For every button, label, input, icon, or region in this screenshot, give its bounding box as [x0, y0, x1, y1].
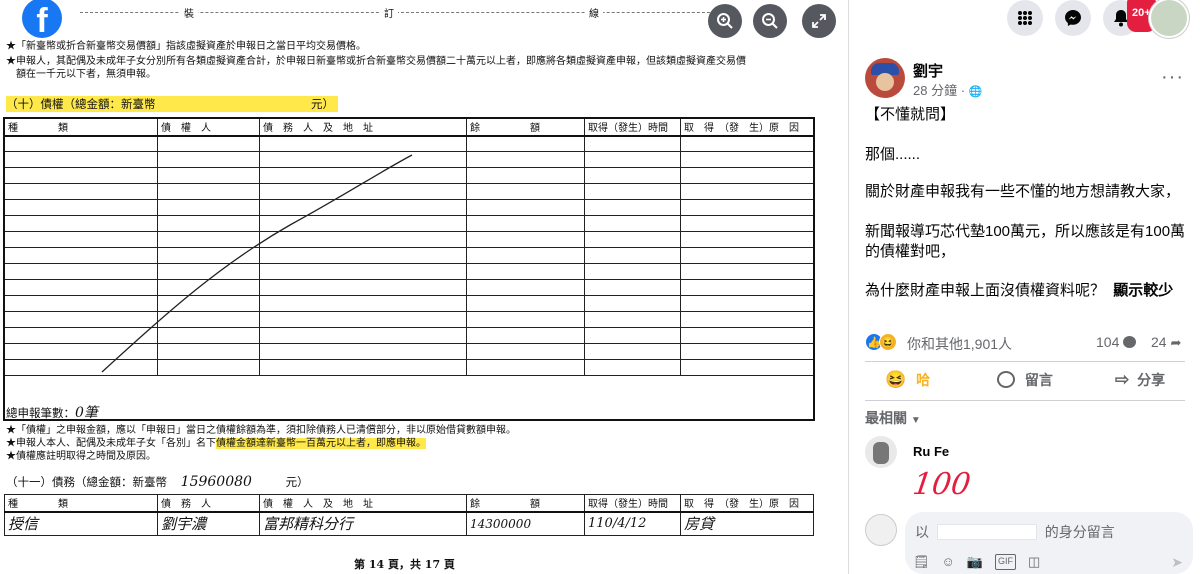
section-11-unit: 元）	[285, 475, 309, 489]
post-line: 那個......	[865, 146, 921, 163]
total-count-value: 0筆	[75, 405, 98, 421]
comments-count[interactable]: 104	[1096, 334, 1137, 350]
author-avatar[interactable]	[865, 58, 905, 98]
col-header: 債 務 人	[157, 494, 260, 513]
see-less-link[interactable]: 顯示較少	[1113, 282, 1173, 299]
my-avatar	[865, 514, 897, 546]
col-header: 種 類	[4, 494, 158, 513]
col-header: 債 權 人 及 地 址	[259, 494, 467, 513]
haha-icon: 😆	[885, 370, 907, 389]
share-button[interactable]: ⇨ 分享	[1115, 370, 1165, 390]
post-line: 的債權對吧，	[865, 243, 956, 260]
post-line: 為什麼財產申報上面沒債權資料呢？ 顯示較少	[865, 282, 1174, 299]
commenter-avatar[interactable]	[865, 436, 897, 468]
total-count: 總申報筆數：0筆	[6, 402, 98, 422]
asset-declaration-page: f 裝 訂 線 ★「新臺幣或折合新臺幣交易價額」指該虛擬資產於申報日之當日平均交…	[0, 0, 848, 574]
composer-placeholder: 以 的身分留言	[915, 524, 1115, 540]
section-11-title: （十一）債務（總金額：新臺幣 15960080 元）	[6, 474, 386, 490]
sticker-icon[interactable]: 🗒	[913, 554, 930, 570]
caret-down-icon: ▼	[910, 415, 921, 426]
author-name[interactable]: 劉宇	[913, 60, 943, 81]
note-creditor-amount: ★「債權」之申報金額，應以「申報日」當日之債權餘額為準，須扣除債務人已清償部分，…	[6, 425, 516, 436]
section-11-label: （十一）債務（總金額：新臺幣	[6, 475, 167, 489]
comment-sort-dropdown[interactable]: 最相關 ▼	[865, 408, 921, 428]
table-row: 授信 劉宇濃 富邦精科分行 14300000 110/4/12 房貸	[4, 511, 814, 536]
more-options-icon[interactable]: ···	[1161, 66, 1184, 89]
emoji-icon[interactable]: ☺	[942, 554, 955, 570]
note-creditor-threshold: ★申報人本人、配偶及未成年子女「各別」名下債權金額達新臺幣一百萬元以上者，即應申…	[6, 438, 426, 449]
post-time[interactable]: 28 分鐘 · 🌐	[913, 80, 982, 99]
note-creditor-time: ★債權應註明取得之時間及原因。	[6, 451, 156, 462]
section-11-amount: 15960080	[180, 474, 252, 490]
apps-grid-icon[interactable]	[1007, 0, 1043, 36]
highlighted-threshold: 債權金額達新臺幣一百萬元以上者，即應申報。	[216, 438, 426, 449]
send-icon[interactable]: ➤	[1171, 554, 1183, 571]
post-line: 關於財產申報我有一些不懂的地方想請教大家，	[865, 183, 1181, 200]
share-icon: ⇨	[1115, 370, 1130, 389]
redacted-name	[936, 524, 1037, 540]
debt-table: 種 類 債 務 人 債 權 人 及 地 址 餘 額 取得（發生）時間 取 得 （…	[4, 494, 814, 536]
post-line: 【不懂就問】	[865, 106, 956, 123]
post-sidebar: 20+ 劉宇 28 分鐘 · 🌐 ··· 【不懂就問】 那個...... 關於財…	[848, 0, 1200, 574]
photo-viewer: f 裝 訂 線 ★「新臺幣或折合新臺幣交易價額」指該虛擬資產於申報日之當日平均交…	[0, 0, 848, 574]
haha-reaction-button[interactable]: 😆 哈	[885, 370, 930, 390]
comment-sticker-text: 100	[910, 467, 973, 502]
messenger-icon[interactable]	[1055, 0, 1091, 36]
col-header: 取得（發生）時間	[584, 494, 681, 513]
col-header: 取 得 （發 生）原 因	[680, 494, 814, 513]
divider	[865, 361, 1185, 362]
comment-composer[interactable]: 以 的身分留言 🗒 ☺ 📷 GIF ◫ ➤	[905, 512, 1193, 574]
reactions-count[interactable]: 你和其他1,901人	[907, 334, 1012, 354]
reaction-icons[interactable]: 👍 😆	[865, 333, 901, 351]
account-avatar[interactable]	[1149, 0, 1189, 38]
divider	[865, 400, 1185, 401]
notifications-icon[interactable]: 20+	[1103, 0, 1156, 36]
total-count-label: 總申報筆數：	[6, 406, 75, 420]
camera-icon[interactable]: 📷	[967, 554, 983, 570]
share-arrow-icon: ➦	[1170, 335, 1182, 350]
page-number: 第 14 頁，共 17 頁	[354, 558, 455, 571]
shares-count[interactable]: 24 ➦	[1151, 334, 1181, 351]
globe-icon: 🌐	[968, 86, 983, 98]
gif-icon[interactable]: GIF	[994, 554, 1016, 570]
commenter-name[interactable]: Ru Fe	[913, 444, 949, 459]
haha-icon: 😆	[879, 333, 897, 351]
comment-icon	[997, 371, 1015, 388]
col-header: 餘 額	[466, 494, 585, 513]
comment-bubble-icon	[1123, 336, 1137, 348]
post-line: 新聞報導巧芯代墊100萬元，所以應該是有100萬	[865, 223, 1186, 240]
comment-button[interactable]: 留言	[997, 370, 1053, 390]
stickers-icon[interactable]: ◫	[1028, 554, 1040, 570]
composer-toolbar: 🗒 ☺ 📷 GIF ◫	[913, 554, 1040, 570]
